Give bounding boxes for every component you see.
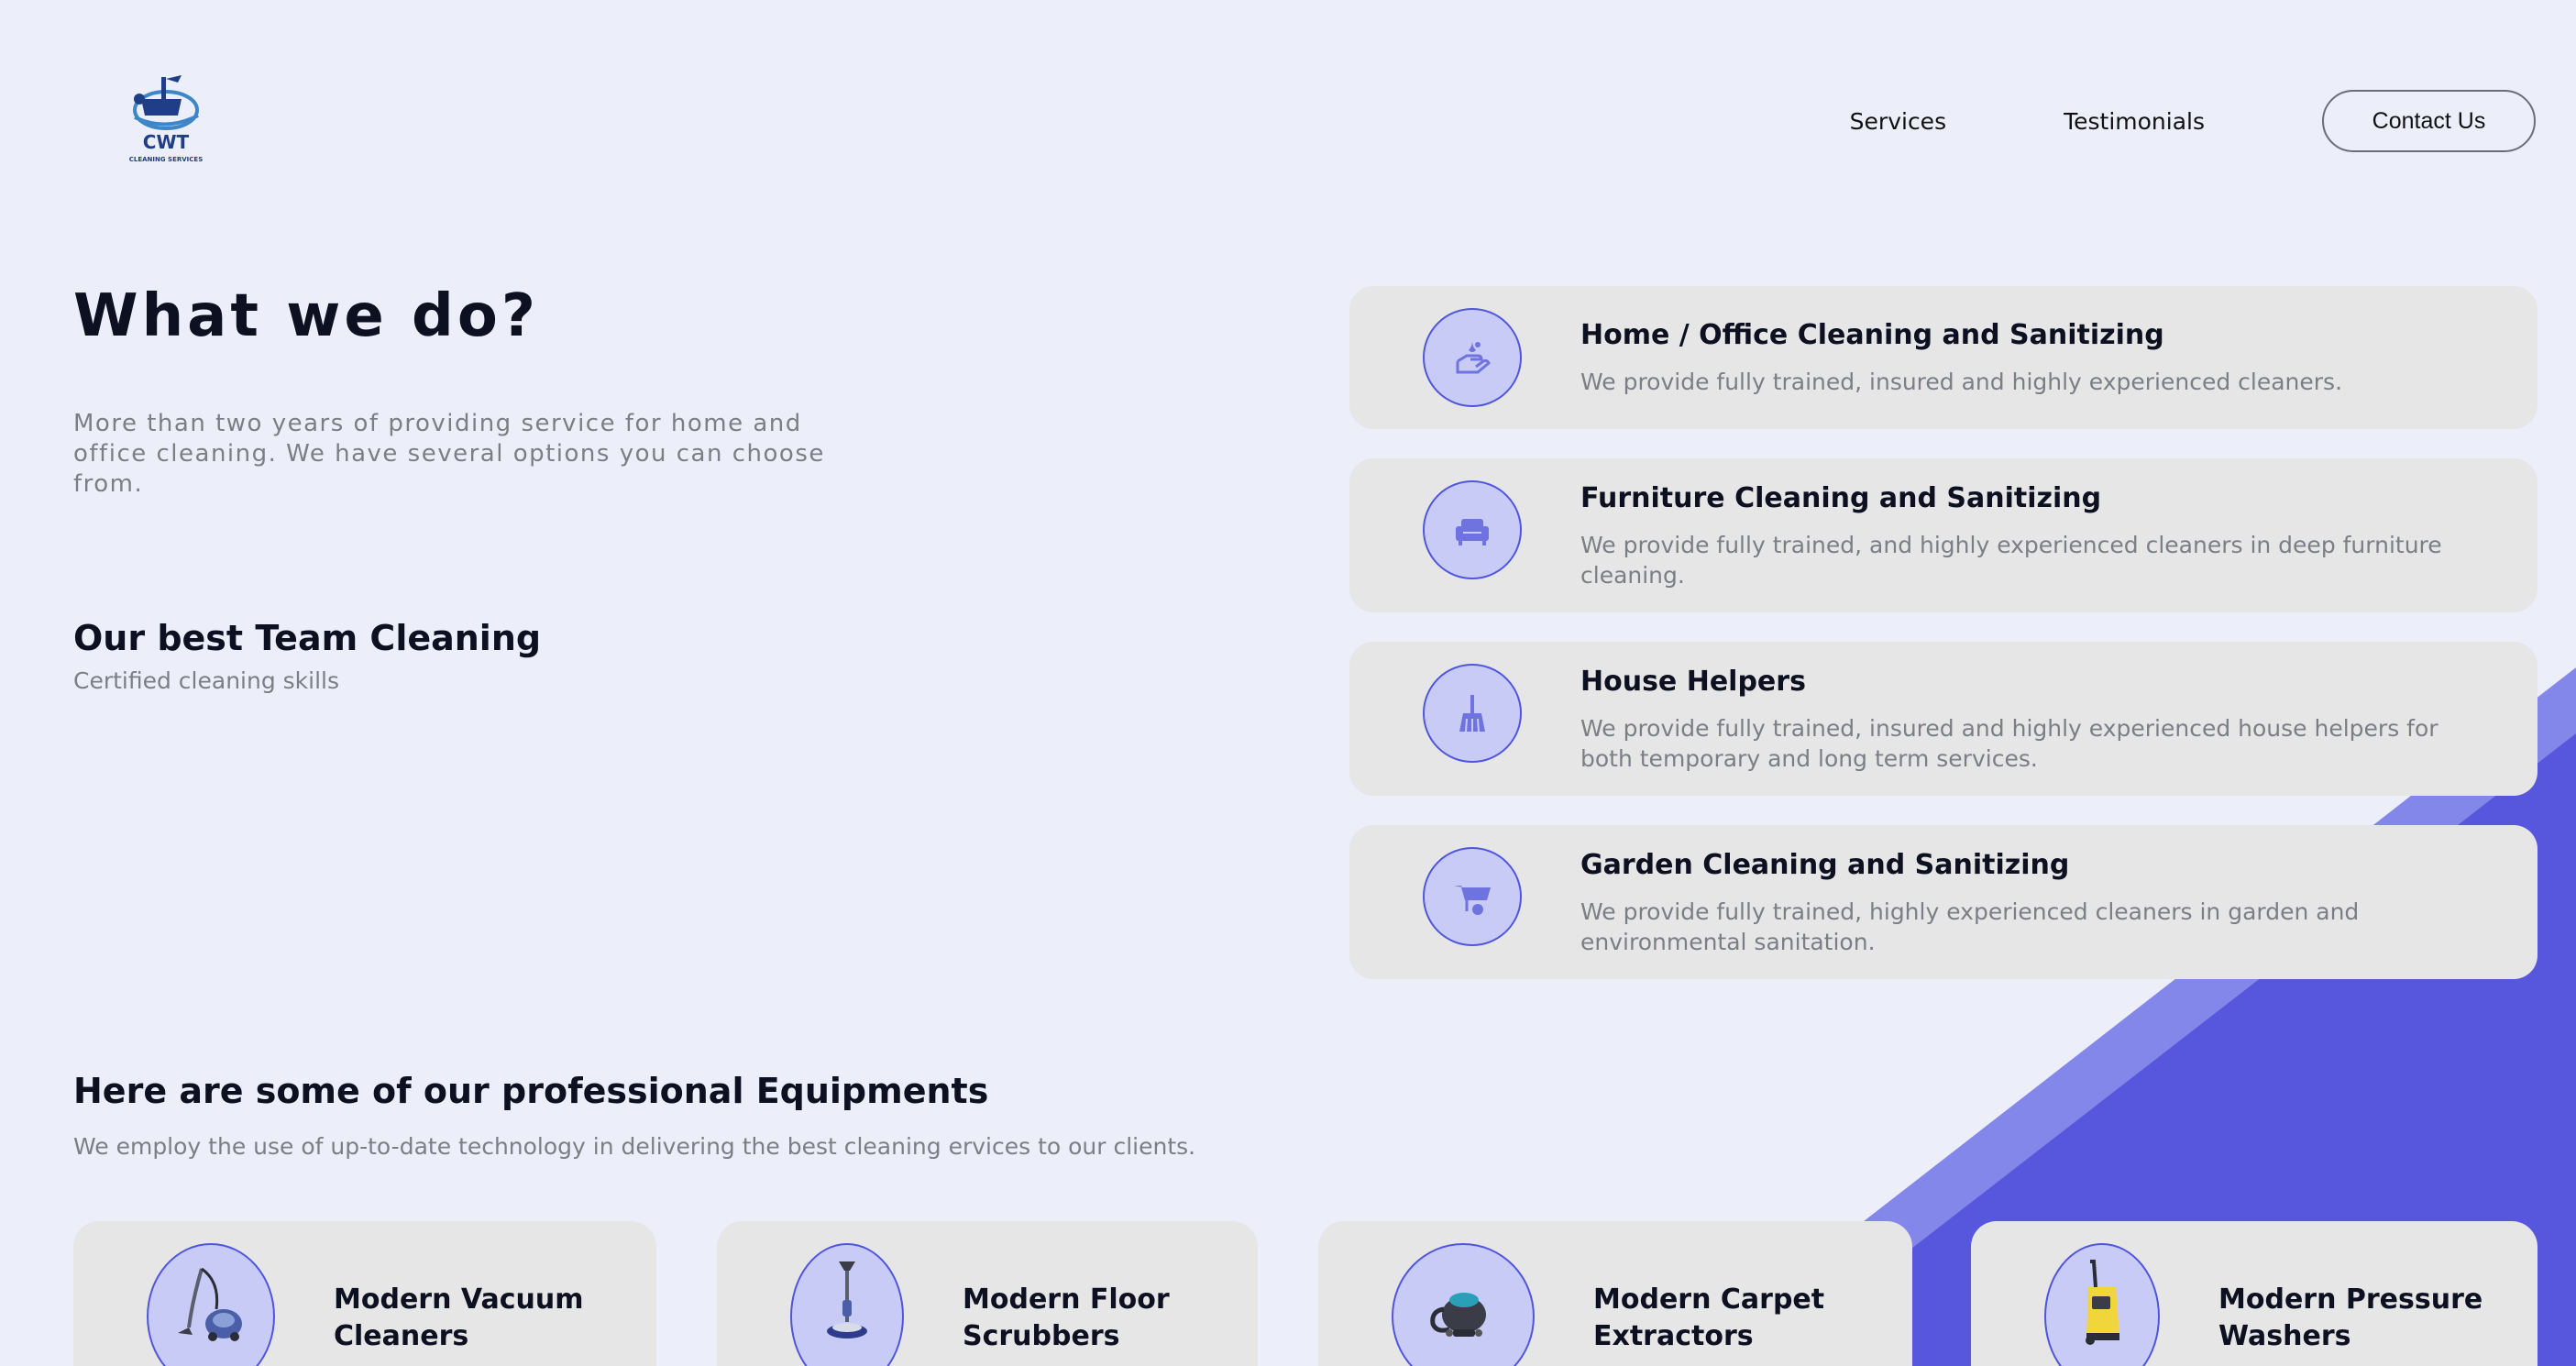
vacuum-cleaner-icon <box>147 1243 275 1366</box>
team-title: Our best Team Cleaning <box>73 618 542 658</box>
main-nav: Services Testimonials Contact Us <box>1850 90 2536 152</box>
nav-testimonials-link[interactable]: Testimonials <box>2064 108 2205 135</box>
equipment-name: Modern Carpet Extractors <box>1593 1283 1825 1352</box>
logo-text: CWT <box>143 131 190 153</box>
equipment-card-vacuum[interactable]: Modern Vacuum Cleaners <box>73 1221 656 1366</box>
wheelbarrow-icon <box>1423 847 1522 946</box>
team-subtitle: Certified cleaning skills <box>73 667 340 694</box>
intro-description: More than two years of providing service… <box>73 410 825 498</box>
equipment-name: Modern Floor Scrubbers <box>963 1283 1170 1352</box>
equipment-title: Here are some of our professional Equipm… <box>73 1071 989 1111</box>
nav-services-link[interactable]: Services <box>1850 108 1946 135</box>
service-title: Garden Cleaning and Sanitizing <box>1580 849 2070 881</box>
service-card-garden[interactable]: Garden Cleaning and Sanitizing We provid… <box>1349 825 2537 979</box>
service-card-house-helpers[interactable]: House Helpers We provide fully trained, … <box>1349 642 2537 796</box>
equipment-subtitle: We employ the use of up-to-date technolo… <box>73 1133 1196 1160</box>
pressure-washer-icon <box>2044 1243 2160 1366</box>
equipment-card-floor-scrubber[interactable]: Modern Floor Scrubbers <box>717 1221 1258 1366</box>
equipment-card-carpet-extractor[interactable]: Modern Carpet Extractors <box>1318 1221 1912 1366</box>
hand-washing-icon <box>1423 308 1522 407</box>
couch-icon <box>1423 480 1522 579</box>
carpet-extractor-icon <box>1392 1243 1535 1366</box>
service-description: We provide fully trained, insured and hi… <box>1580 369 2343 395</box>
equipment-name: Modern Vacuum Cleaners <box>334 1283 584 1352</box>
service-description: We provide fully trained, highly experie… <box>1580 898 2360 955</box>
logo-subtext: CLEANING SERVICES <box>129 156 204 163</box>
service-card-furniture[interactable]: Furniture Cleaning and Sanitizing We pro… <box>1349 458 2537 612</box>
logo-mark-icon: CWT CLEANING SERVICES <box>129 75 204 163</box>
broom-icon <box>1423 664 1522 763</box>
service-card-home-office[interactable]: Home / Office Cleaning and Sanitizing We… <box>1349 286 2537 429</box>
page-title: What we do? <box>73 282 539 350</box>
cwt-logo[interactable]: CWT CLEANING SERVICES <box>117 72 215 167</box>
equipment-card-pressure-washer[interactable]: Modern Pressure Washers <box>1971 1221 2537 1366</box>
equipment-name: Modern Pressure Washers <box>2218 1283 2483 1352</box>
contact-us-button[interactable]: Contact Us <box>2322 90 2536 152</box>
floor-scrubber-icon <box>790 1243 904 1366</box>
service-title: Furniture Cleaning and Sanitizing <box>1580 482 2102 514</box>
service-title: House Helpers <box>1580 666 1806 698</box>
service-description: We provide fully trained, insured and hi… <box>1580 715 2438 772</box>
service-description: We provide fully trained, and highly exp… <box>1580 532 2442 589</box>
service-title: Home / Office Cleaning and Sanitizing <box>1580 319 2164 351</box>
